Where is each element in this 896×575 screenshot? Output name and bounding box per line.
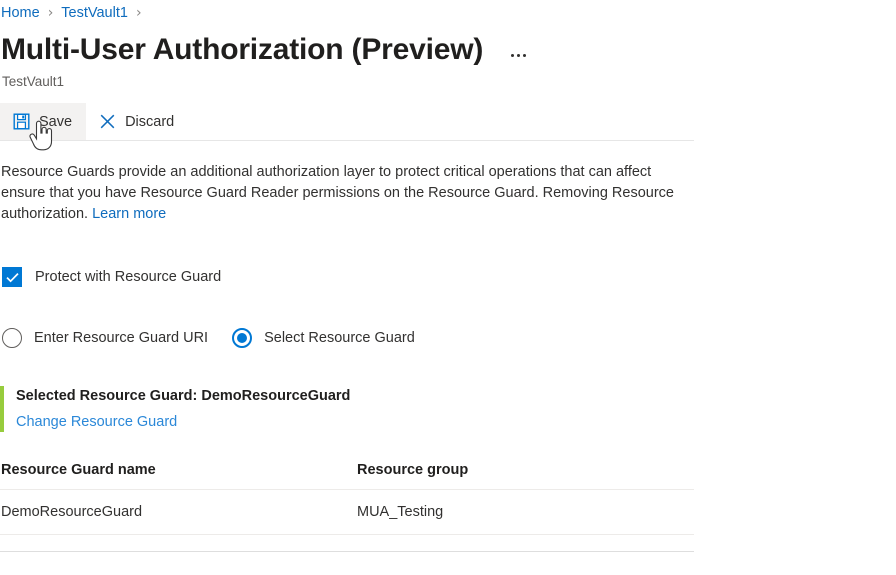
check-icon — [5, 272, 19, 282]
description-text: Resource Guards provide an additional au… — [0, 162, 695, 225]
column-header-resource-guard-name[interactable]: Resource Guard name — [0, 462, 356, 490]
radio-select-resource-guard[interactable]: Select Resource Guard — [232, 328, 415, 348]
cell-resource-guard-name: DemoResourceGuard — [0, 489, 356, 535]
learn-more-link[interactable]: Learn more — [92, 206, 166, 222]
ellipsis-dot — [523, 53, 527, 57]
breadcrumb: Home › TestVault1 › — [0, 2, 896, 24]
ellipsis-dot — [517, 53, 521, 57]
chevron-right-icon: › — [47, 5, 54, 21]
selected-resource-guard-callout: Selected Resource Guard: DemoResourceGua… — [0, 386, 682, 432]
table-header-row: Resource Guard name Resource group — [0, 462, 694, 490]
discard-button-label: Discard — [125, 113, 175, 130]
radio-circle[interactable] — [2, 328, 22, 348]
checkbox-box[interactable] — [2, 267, 22, 287]
page-subtitle: TestVault1 — [2, 74, 65, 89]
close-icon — [98, 113, 116, 131]
column-header-resource-group[interactable]: Resource group — [356, 462, 694, 490]
change-resource-guard-link[interactable]: Change Resource Guard — [16, 412, 177, 432]
page-title: Multi-User Authorization (Preview) — [1, 33, 484, 66]
protect-checkbox-label: Protect with Resource Guard — [35, 269, 222, 285]
command-bar: Save Discard — [0, 103, 694, 151]
guard-mode-radio-group: Enter Resource Guard URI Select Resource… — [0, 328, 896, 348]
more-options-icon[interactable] — [509, 50, 528, 61]
radio-select-guard-label: Select Resource Guard — [264, 330, 415, 346]
cell-resource-group: MUA_Testing — [356, 489, 694, 535]
save-icon — [12, 113, 30, 131]
multi-user-authorization-page: Home › TestVault1 › Multi-User Authoriza… — [0, 2, 896, 575]
save-button-label: Save — [39, 113, 73, 130]
resource-guard-table: Resource Guard name Resource group DemoR… — [0, 462, 694, 535]
breadcrumb-item-home[interactable]: Home — [1, 5, 40, 21]
table-row[interactable]: DemoResourceGuard MUA_Testing — [0, 489, 694, 535]
radio-enter-uri-label: Enter Resource Guard URI — [34, 330, 209, 346]
title-row: Multi-User Authorization (Preview) — [0, 32, 896, 68]
radio-enter-resource-guard-uri[interactable]: Enter Resource Guard URI — [2, 328, 208, 348]
bottom-divider — [0, 551, 694, 552]
breadcrumb-item-testvault1[interactable]: TestVault1 — [61, 5, 128, 21]
protect-with-resource-guard-checkbox[interactable]: Protect with Resource Guard — [0, 267, 896, 287]
ellipsis-dot — [511, 53, 515, 57]
save-button[interactable]: Save — [0, 103, 87, 140]
chevron-right-icon: › — [135, 5, 142, 21]
discard-button[interactable]: Discard — [86, 103, 188, 140]
selected-resource-guard-title: Selected Resource Guard: DemoResourceGua… — [16, 388, 351, 404]
radio-circle-selected[interactable] — [232, 328, 253, 348]
